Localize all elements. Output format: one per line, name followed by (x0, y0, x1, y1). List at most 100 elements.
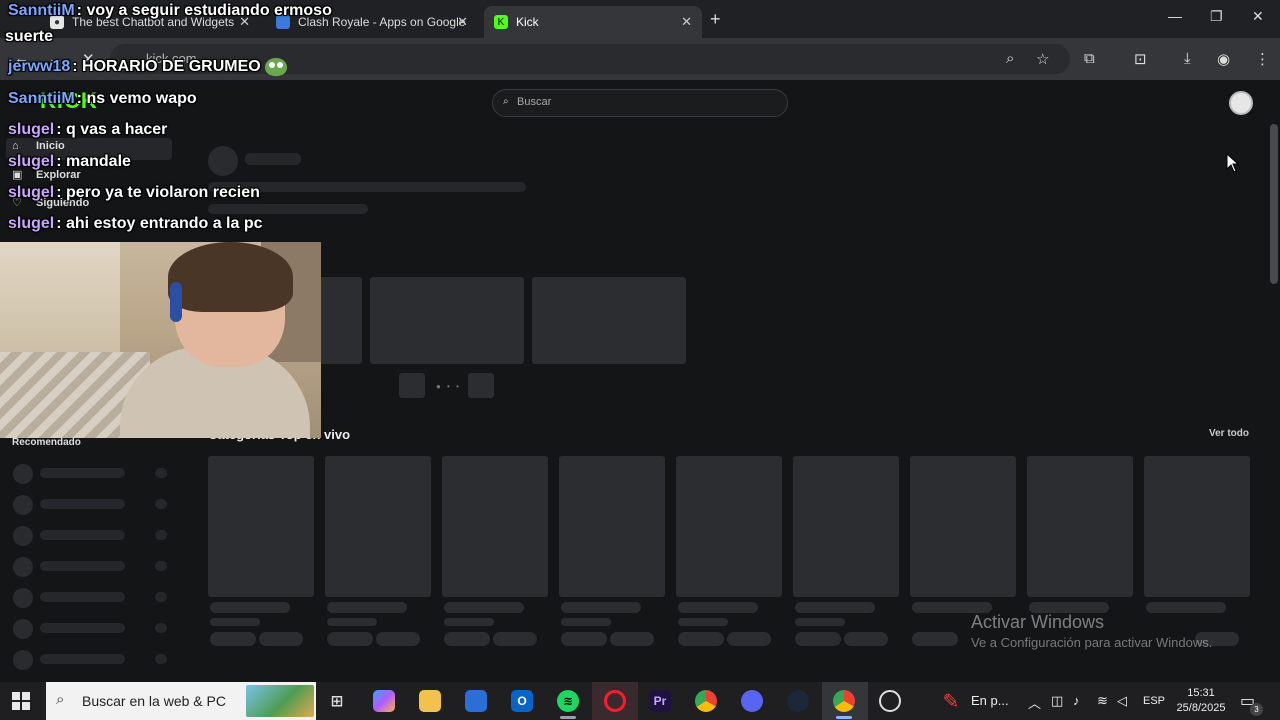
carousel-dots: ● • • (436, 382, 461, 391)
search-highlight-banner (246, 685, 314, 717)
steam-icon[interactable] (787, 690, 809, 712)
kick-favicon-icon: K (494, 15, 508, 29)
pepe-emote-icon (264, 58, 287, 76)
wifi-icon[interactable]: ≋ (1097, 693, 1108, 709)
user-avatar[interactable] (1229, 91, 1253, 115)
skeleton-dot (155, 468, 167, 478)
discord-icon[interactable] (741, 690, 763, 712)
skeleton-pill (678, 632, 724, 646)
camera-icon[interactable]: ◫ (1051, 693, 1063, 709)
chat-text: suerte (5, 28, 54, 45)
chat-message: slugel: mandale (8, 153, 131, 171)
skeleton-dot (155, 561, 167, 571)
close-icon[interactable]: ✕ (457, 14, 468, 30)
microphone-icon[interactable]: ♪ (1073, 693, 1080, 708)
skeleton-line (40, 468, 125, 478)
chat-message: SanntiiM: voy a seguir estudiando ermoso (8, 2, 332, 20)
skeleton-line (678, 618, 728, 626)
chat-message: slugel: ahi estoy entrando a la pc (8, 215, 263, 233)
chat-username: SanntiiM (8, 2, 75, 19)
restore-icon[interactable]: ❐ (1210, 8, 1223, 25)
notification-app-icon[interactable]: ✎ (940, 690, 962, 713)
category-card[interactable] (559, 456, 665, 597)
notification-app-text[interactable]: En p... (971, 693, 1009, 708)
close-window-icon[interactable]: ✕ (1252, 8, 1264, 25)
skeleton-pill (561, 632, 607, 646)
extensions-puzzle-icon[interactable]: ⧉ (1084, 50, 1095, 67)
category-card[interactable] (676, 456, 782, 597)
close-icon[interactable]: ✕ (681, 14, 692, 30)
skeleton-line (1146, 602, 1226, 613)
chat-text: : HORARIO DE GRUMEO (72, 58, 261, 76)
chat-username: slugel (8, 184, 55, 201)
chat-username: slugel (8, 153, 55, 170)
skeleton-line (40, 623, 125, 633)
running-indicator (836, 716, 852, 719)
chat-username: SanntiiM (8, 90, 75, 107)
category-card[interactable] (442, 456, 548, 597)
skeleton-avatar (13, 588, 33, 608)
chat-text: : voy a seguir estudiando ermoso (76, 2, 332, 19)
category-card[interactable] (793, 456, 899, 597)
outlook-icon[interactable]: O (511, 690, 533, 712)
chat-text: : q vas a hacer (56, 121, 168, 138)
skeleton-pill (844, 632, 888, 646)
skeleton-line (210, 602, 290, 613)
task-view-icon[interactable]: ⊞ (326, 690, 348, 712)
category-card[interactable] (208, 456, 314, 597)
microsoft-store-icon[interactable] (465, 690, 487, 712)
skeleton-avatar (13, 495, 33, 515)
minimize-icon[interactable]: — (1168, 8, 1182, 24)
skeleton-line (561, 602, 641, 613)
volume-icon[interactable]: ◁ (1117, 693, 1127, 709)
search-placeholder: Buscar (517, 96, 552, 108)
profile-avatar-icon[interactable]: ◉ (1217, 50, 1230, 68)
skeleton-line (208, 204, 368, 214)
chat-message: suerte (5, 28, 53, 46)
skeleton-line (795, 602, 875, 613)
skeleton-dot (155, 623, 167, 633)
star-bookmark-icon[interactable]: ☆ (1036, 50, 1049, 68)
tab-kick[interactable]: K Kick ✕ (484, 6, 702, 38)
taskbar-search-text: Buscar en la web & PC (82, 693, 226, 709)
zoom-icon[interactable]: ⌕ (1006, 50, 1014, 67)
file-explorer-icon[interactable] (419, 690, 441, 712)
see-all-link[interactable]: Ver todo (1209, 428, 1249, 439)
chat-username: slugel (8, 121, 55, 138)
taskbar-clock[interactable]: 15:31 25/8/2025 (1176, 686, 1226, 716)
chat-message: SanntiiM: ns vemo wapo (8, 90, 197, 108)
tab-title: Kick (516, 15, 539, 29)
carousel-card[interactable] (370, 277, 524, 364)
skeleton-line (245, 153, 301, 165)
search-input[interactable]: ⌕ Buscar (492, 89, 788, 117)
media-control-icon[interactable]: ⊡ (1134, 50, 1147, 68)
category-card[interactable] (325, 456, 431, 597)
premiere-pro-icon[interactable]: Pr (649, 690, 671, 712)
obs-icon[interactable] (879, 690, 901, 712)
carousel-prev-button[interactable] (399, 373, 425, 398)
download-icon[interactable]: ⤓ (1184, 50, 1191, 67)
spotify-icon[interactable]: ≋ (557, 690, 579, 712)
menu-kebab-icon[interactable]: ⋮ (1255, 50, 1270, 68)
running-indicator (560, 716, 576, 719)
chrome-icon[interactable] (695, 690, 717, 712)
opera-gx-icon[interactable] (604, 690, 626, 712)
skeleton-dot (155, 499, 167, 509)
taskbar-search-box[interactable]: ⌕ Buscar en la web & PC (46, 682, 316, 720)
windows-start-icon[interactable] (12, 692, 30, 710)
language-indicator[interactable]: ESP (1143, 695, 1165, 707)
skeleton-avatar (13, 526, 33, 546)
webcam-hair (168, 242, 293, 312)
carousel-card[interactable] (532, 277, 686, 364)
category-card[interactable] (1144, 456, 1250, 597)
new-tab-plus-icon[interactable]: + (710, 9, 721, 30)
chevron-up-icon[interactable]: ︿ (1028, 693, 1041, 712)
category-card[interactable] (910, 456, 1016, 597)
copilot-icon[interactable] (373, 690, 395, 712)
page-scrollbar[interactable] (1270, 124, 1278, 284)
chrome-active-icon[interactable] (833, 690, 855, 712)
skeleton-pill (259, 632, 303, 646)
category-card[interactable] (1027, 456, 1133, 597)
sidebar-item-inicio[interactable]: ⌂ Inicio (12, 140, 65, 152)
carousel-next-button[interactable] (468, 373, 494, 398)
